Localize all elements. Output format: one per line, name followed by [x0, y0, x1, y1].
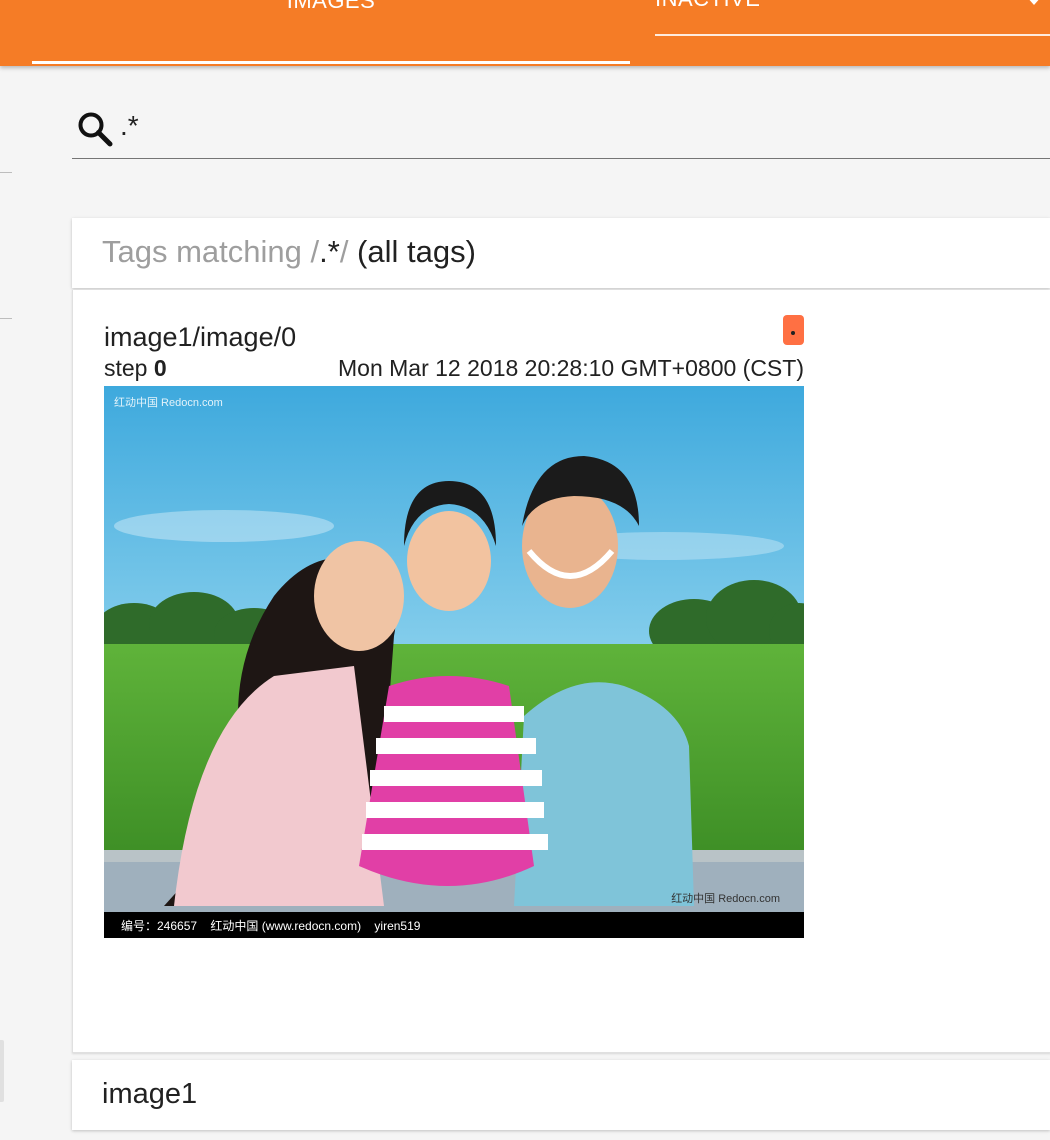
sidebar-divider — [0, 318, 12, 319]
run-color-chip-dot — [791, 331, 795, 335]
family-photo — [104, 386, 804, 938]
dropdown-caret-icon — [1026, 0, 1042, 5]
tags-matching-suffix: (all tags) — [348, 234, 476, 269]
active-tab-indicator — [32, 61, 630, 64]
tag-filter-search — [72, 98, 1050, 159]
step-info: step 0 Mon Mar 12 2018 20:28:10 GMT+0800… — [104, 355, 804, 382]
tab-images-label: IMAGES — [286, 0, 376, 13]
tags-matching-text: Tags matching /.*/ (all tags) — [102, 234, 476, 270]
image-watermark-top: 红动中国 Redocn.com — [114, 397, 223, 409]
search-input[interactable] — [120, 106, 1020, 146]
top-toolbar: IMAGES INACTIVE — [0, 0, 1050, 66]
run-status-value: INACTIVE — [655, 0, 760, 12]
regex-pattern: .* — [319, 234, 340, 269]
image-tag-name: image1/image/0 — [104, 322, 297, 352]
wall-time: Mon Mar 12 2018 20:28:10 GMT+0800 (CST) — [338, 355, 804, 381]
tags-matching-prefix: Tags matching — [102, 234, 311, 269]
regex-slash-open: / — [310, 234, 320, 269]
tags-matching-header: Tags matching /.*/ (all tags) — [72, 218, 1050, 288]
tab-images[interactable]: IMAGES — [32, 0, 630, 66]
step-label: step — [104, 355, 154, 381]
image-watermark-bottom: 红动中国 Redocn.com — [671, 893, 780, 905]
step-value: 0 — [153, 355, 167, 381]
tag-group-title: image1 — [102, 1078, 198, 1110]
image-caption-text: 编号：246657 红动中国 (www.redocn.com) yiren519 — [121, 919, 421, 933]
run-status-dropdown[interactable]: INACTIVE — [655, 0, 1050, 36]
image-preview[interactable]: 红动中国 Redocn.com 红动中国 Redocn.com 编号：24665… — [104, 386, 804, 938]
image-caption-bar: 编号：246657 红动中国 (www.redocn.com) yiren519 — [104, 912, 804, 938]
run-color-chip[interactable] — [783, 315, 804, 345]
sidebar-divider — [0, 172, 12, 173]
search-icon — [78, 112, 113, 147]
tag-group-header[interactable]: image1 — [72, 1060, 1050, 1130]
image-pane: image1/image/0 step 0 Mon Mar 12 2018 20… — [72, 290, 1050, 1053]
sidebar-panel-edge — [0, 1040, 4, 1102]
